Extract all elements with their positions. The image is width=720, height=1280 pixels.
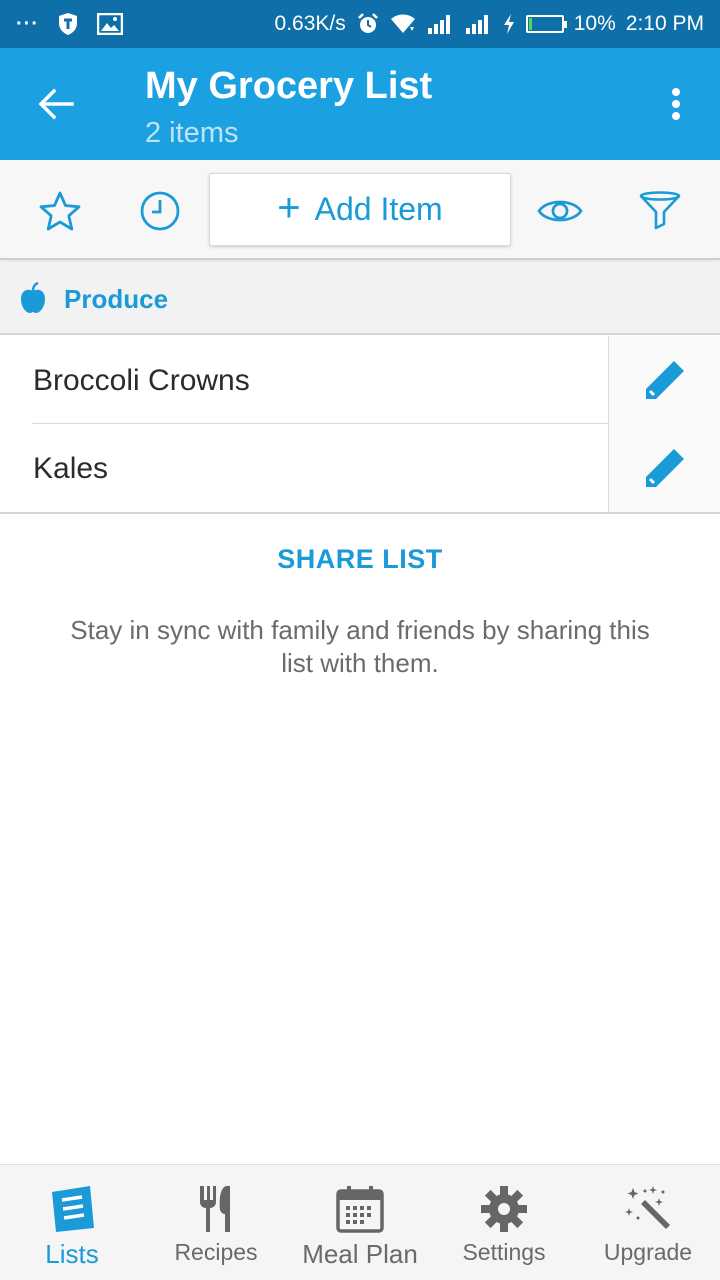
nav-lists[interactable]: Lists bbox=[0, 1165, 144, 1280]
nav-label: Recipes bbox=[174, 1239, 258, 1265]
nav-meal-plan[interactable]: Meal Plan bbox=[288, 1165, 432, 1280]
battery-icon bbox=[525, 15, 567, 33]
status-bar: ··· 0.63K/s 10% 2:10 PM bbox=[0, 0, 720, 48]
share-description: Stay in sync with family and friends by … bbox=[70, 615, 650, 678]
clock-icon bbox=[140, 191, 180, 231]
share-list-button[interactable]: SHARE LIST bbox=[0, 544, 720, 575]
nav-label: Meal Plan bbox=[302, 1239, 418, 1269]
add-item-label: Add Item bbox=[314, 191, 443, 227]
more-vert-icon bbox=[672, 88, 680, 120]
filter-icon bbox=[639, 191, 681, 230]
bottom-navigation: Lists Recipes Meal Plan Settings Upgrade bbox=[0, 1164, 720, 1280]
status-left: ··· bbox=[16, 12, 123, 36]
arrow-left-icon bbox=[38, 88, 74, 120]
apple-icon bbox=[20, 281, 46, 319]
nav-label: Settings bbox=[462, 1239, 546, 1265]
more-options-button[interactable] bbox=[658, 82, 694, 126]
battery-level bbox=[528, 18, 532, 30]
magic-wand-icon bbox=[623, 1183, 673, 1235]
fork-knife-icon bbox=[196, 1183, 236, 1235]
eye-icon bbox=[537, 200, 583, 222]
list-divider bbox=[0, 512, 720, 514]
history-button[interactable] bbox=[137, 188, 183, 234]
edit-item-button[interactable] bbox=[608, 336, 720, 424]
clock-time: 2:10 PM bbox=[625, 12, 704, 35]
notification-dots: ··· bbox=[16, 12, 39, 35]
battery-percent: 10% bbox=[573, 12, 616, 35]
nav-upgrade[interactable]: Upgrade bbox=[576, 1165, 720, 1280]
back-button[interactable] bbox=[30, 82, 82, 126]
view-button[interactable] bbox=[537, 188, 583, 234]
status-right: 0.63K/s 10% 2:10 PM bbox=[275, 12, 704, 36]
wifi-icon bbox=[390, 13, 416, 35]
list-item[interactable]: Kales bbox=[0, 424, 720, 512]
category-label: Produce bbox=[64, 284, 169, 314]
signal-icon bbox=[464, 13, 492, 35]
star-icon bbox=[39, 191, 81, 231]
app-bar: My Grocery List 2 items bbox=[0, 48, 720, 160]
nav-label: Lists bbox=[45, 1239, 99, 1269]
shield-icon bbox=[57, 12, 79, 36]
favorite-button[interactable] bbox=[37, 188, 83, 234]
network-speed: 0.63K/s bbox=[274, 12, 346, 35]
gear-icon bbox=[480, 1183, 528, 1235]
plus-icon: + bbox=[277, 185, 301, 230]
calendar-icon bbox=[336, 1183, 384, 1235]
page-title: My Grocery List bbox=[145, 65, 433, 107]
filter-button[interactable] bbox=[637, 188, 683, 234]
nav-recipes[interactable]: Recipes bbox=[144, 1165, 288, 1280]
signal-icon bbox=[426, 13, 454, 35]
edit-item-button[interactable] bbox=[608, 424, 720, 512]
pencil-icon bbox=[645, 361, 684, 399]
item-name: Kales bbox=[33, 452, 109, 485]
add-item-button[interactable]: + Add Item bbox=[209, 173, 511, 246]
list-item[interactable]: Broccoli Crowns bbox=[0, 336, 720, 424]
pencil-icon bbox=[645, 449, 684, 487]
charging-icon bbox=[502, 13, 516, 35]
item-count: 2 items bbox=[145, 117, 239, 149]
nav-settings[interactable]: Settings bbox=[432, 1165, 576, 1280]
item-name: Broccoli Crowns bbox=[33, 364, 250, 397]
category-header[interactable]: Produce bbox=[0, 262, 720, 335]
list-toolbar: + Add Item bbox=[0, 160, 720, 260]
image-icon bbox=[96, 13, 123, 35]
alarm-icon bbox=[356, 12, 380, 36]
lists-icon bbox=[48, 1183, 96, 1235]
nav-label: Upgrade bbox=[603, 1239, 693, 1265]
